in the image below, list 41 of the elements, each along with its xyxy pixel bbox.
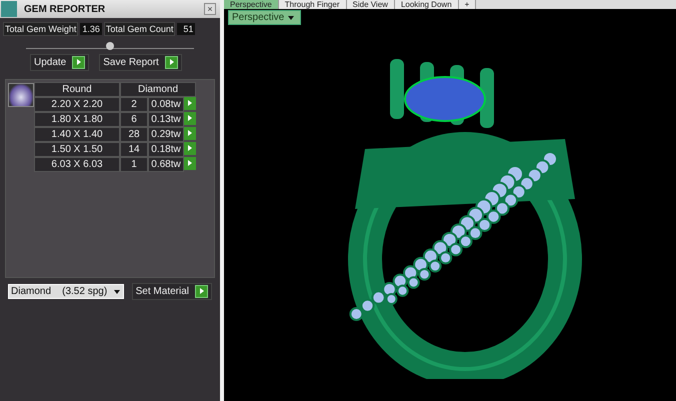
- total-label: Total Gem Weight: [3, 22, 78, 36]
- material-dropdown[interactable]: Diamond (3.52 spg): [8, 284, 124, 299]
- gem-thumbnail: [8, 83, 34, 107]
- play-button[interactable]: [184, 157, 196, 170]
- size-cell: 1.80 X 1.80: [34, 112, 120, 127]
- view-tab[interactable]: Through Finger: [278, 0, 346, 9]
- panel-title: GEM REPORTER: [24, 4, 106, 14]
- app-logo-icon: [1, 1, 17, 17]
- view-tab[interactable]: Side View: [346, 0, 395, 9]
- play-button[interactable]: [184, 97, 196, 110]
- size-cell: 6.03 X 6.03: [34, 157, 120, 172]
- count-cell: 1: [120, 157, 148, 172]
- weight-cell: 0.18tw: [148, 142, 184, 157]
- size-cell: 2.20 X 2.20: [34, 97, 120, 112]
- action-button[interactable]: Update: [30, 54, 90, 71]
- weight-cell: 0.29tw: [148, 127, 184, 142]
- total-value: 1.36: [80, 23, 102, 35]
- total-label: Total Gem Count: [104, 22, 176, 36]
- count-cell: 6: [120, 112, 148, 127]
- weight-cell: 0.68tw: [148, 157, 184, 172]
- play-button[interactable]: [184, 112, 196, 125]
- view-tab[interactable]: Looking Down: [394, 0, 459, 9]
- play-button[interactable]: [184, 142, 196, 155]
- count-cell: 2: [120, 97, 148, 112]
- count-cell: 28: [120, 127, 148, 142]
- view-tab[interactable]: +: [458, 0, 476, 9]
- view-tab[interactable]: Perspective: [224, 0, 279, 9]
- splitter-handle[interactable]: [106, 42, 114, 50]
- play-button[interactable]: [184, 127, 196, 140]
- action-button[interactable]: Save Report: [99, 54, 182, 71]
- view-dropdown[interactable]: Perspective: [228, 10, 302, 25]
- size-cell: 1.50 X 1.50: [34, 142, 120, 157]
- close-button[interactable]: ×: [204, 3, 216, 15]
- total-value: 51: [177, 23, 196, 35]
- column-header: Round: [34, 82, 120, 97]
- weight-cell: 0.08tw: [148, 97, 184, 112]
- weight-cell: 0.13tw: [148, 112, 184, 127]
- size-cell: 1.40 X 1.40: [34, 127, 120, 142]
- count-cell: 14: [120, 142, 148, 157]
- column-header: Diamond: [120, 82, 196, 97]
- set-material-button[interactable]: Set Material: [132, 283, 212, 300]
